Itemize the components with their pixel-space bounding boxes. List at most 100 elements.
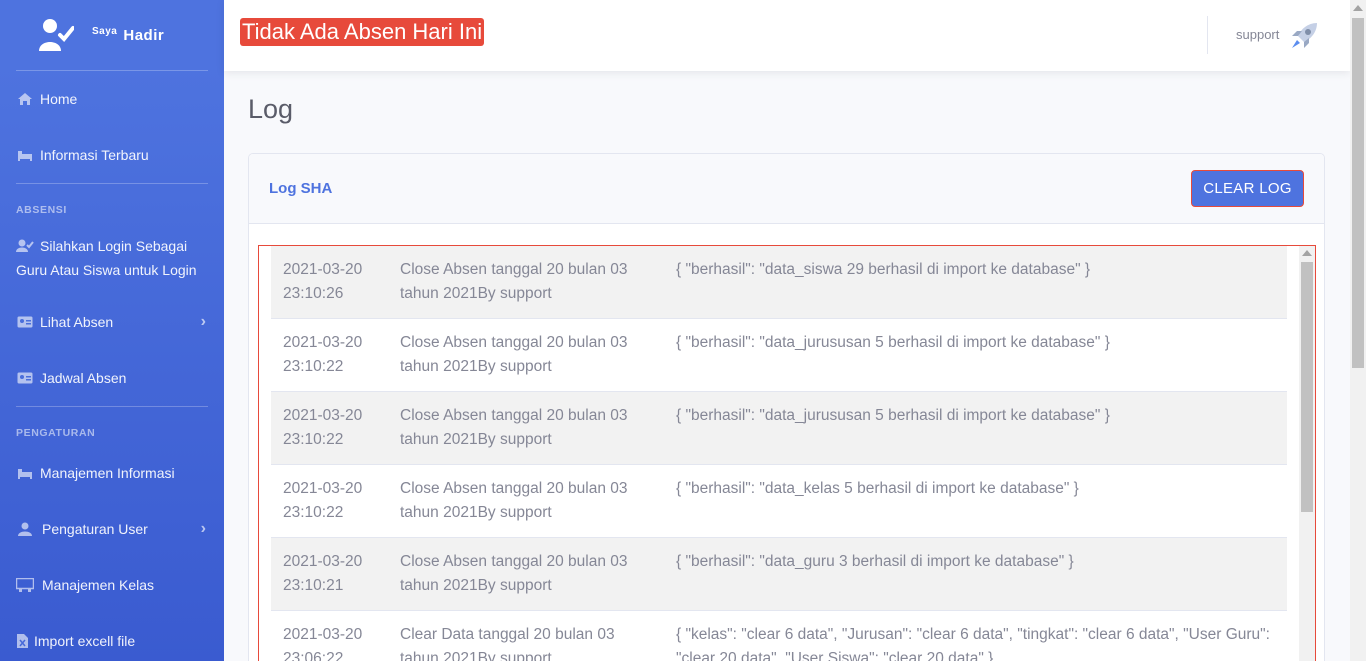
sidebar-item-import-excell[interactable]: Import excell file — [0, 613, 224, 661]
sidebar-item-label: Import excell file — [34, 633, 136, 649]
log-message-line: tahun 2021By support — [400, 504, 552, 521]
user-icon — [16, 522, 34, 536]
log-time: 23:06:22 — [283, 650, 344, 661]
sidebar-item-label: Pengaturan User — [42, 521, 148, 537]
log-message-line: Close Absen tanggal 20 bulan 03 — [400, 407, 628, 424]
log-date: 2021-03-20 — [283, 334, 363, 351]
log-date: 2021-03-20 — [283, 626, 363, 643]
chevron-right-icon: › — [200, 313, 206, 330]
sidebar-item-label: Home — [40, 91, 78, 107]
log-date: 2021-03-20 — [283, 553, 363, 570]
id-card-icon — [16, 315, 34, 329]
log-row: 2021-03-20 23:10:26 Close Absen tanggal 20… — [271, 246, 1287, 319]
brand[interactable]: Saya Hadir — [0, 0, 224, 70]
user-name[interactable]: support — [1236, 27, 1279, 42]
id-card-icon — [16, 371, 34, 385]
sidebar-item-manajemen-kelas[interactable]: Manajemen Kelas — [0, 557, 224, 613]
chevron-right-icon: › — [200, 520, 206, 537]
sidebar-item-label: Manajemen Kelas — [42, 577, 155, 593]
log-detail: { "berhasil": "data_jurususan 5 berhasil… — [664, 318, 1287, 392]
log-timestamp: 2021-03-20 23:06:22 — [271, 610, 388, 661]
log-message-line: tahun 2021By support — [400, 358, 552, 375]
sidebar-item-manajemen-informasi[interactable]: Manajemen Informasi — [0, 445, 224, 501]
sidebar-item-login-info[interactable]: Silahkan Login Sebagai Guru Atau Siswa u… — [0, 222, 224, 294]
log-timestamp: 2021-03-20 23:10:21 — [271, 537, 388, 611]
log-time: 23:10:26 — [283, 285, 344, 302]
log-detail: { "kelas": "clear 6 data", "Jurusan": "c… — [664, 610, 1287, 661]
log-time: 23:10:21 — [283, 577, 344, 594]
log-time: 23:10:22 — [283, 431, 344, 448]
page-scroll-thumb[interactable] — [1352, 18, 1364, 368]
scroll-up-arrow-icon[interactable] — [1302, 250, 1312, 256]
log-message-line: tahun 2021By support — [400, 650, 552, 661]
log-row: 2021-03-20 23:10:22 Close Absen tanggal 20… — [271, 464, 1287, 538]
log-message: Close Absen tanggal 20 bulan 03 tahun 202… — [388, 464, 664, 538]
no-attendance-alert: Tidak Ada Absen Hari Ini — [240, 18, 485, 46]
log-message: Close Absen tanggal 20 bulan 03 tahun 202… — [388, 246, 664, 319]
log-date: 2021-03-20 — [283, 261, 363, 278]
log-time: 23:10:22 — [283, 504, 344, 521]
chalkboard-icon — [16, 578, 34, 592]
log-detail: { "berhasil": "data_kelas 5 berhasil di … — [664, 464, 1287, 538]
log-message-line: Clear Data tanggal 20 bulan 03 — [400, 626, 615, 643]
sidebar-heading-pengaturan: PENGATURAN — [16, 427, 96, 439]
log-table: 2021-03-20 23:10:26 Close Absen tanggal 20… — [271, 246, 1287, 661]
log-timestamp: 2021-03-20 23:10:22 — [271, 464, 388, 538]
log-row: 2021-03-20 23:10:21 Close Absen tanggal 20… — [271, 537, 1287, 611]
bed-icon — [16, 148, 34, 162]
sidebar-item-jadwal-absen[interactable]: Jadwal Absen — [0, 350, 224, 406]
log-timestamp: 2021-03-20 23:10:26 — [271, 246, 388, 319]
brand-name: Saya Hadir — [92, 26, 165, 44]
log-row: 2021-03-20 23:06:22 Clear Data tanggal 20 … — [271, 610, 1287, 661]
sidebar-item-label: Lihat Absen — [40, 314, 114, 330]
clear-log-button[interactable]: CLEAR LOG — [1191, 170, 1304, 207]
log-detail: { "berhasil": "data_guru 3 berhasil di i… — [664, 537, 1287, 611]
topbar: Tidak Ada Absen Hari Ini support — [224, 0, 1350, 71]
sidebar-heading-absensi: ABSENSI — [16, 204, 67, 216]
log-message-line: tahun 2021By support — [400, 285, 552, 302]
log-list[interactable]: 2021-03-20 23:10:26 Close Absen tanggal 20… — [258, 245, 1316, 661]
user-check-icon — [16, 239, 34, 252]
sidebar-item-label: Silahkan Login Sebagai Guru Atau Siswa u… — [16, 238, 197, 278]
page-title: Log — [248, 94, 294, 124]
bed-icon — [16, 466, 34, 480]
sidebar-item-label: Jadwal Absen — [40, 370, 127, 386]
log-row: 2021-03-20 23:10:22 Close Absen tanggal 20… — [271, 318, 1287, 392]
card-header: Log SHA CLEAR LOG — [249, 154, 1324, 224]
log-message: Close Absen tanggal 20 bulan 03 tahun 202… — [388, 391, 664, 465]
topbar-divider — [1207, 16, 1208, 54]
log-date: 2021-03-20 — [283, 407, 363, 424]
log-message-line: tahun 2021By support — [400, 577, 552, 594]
log-date: 2021-03-20 — [283, 480, 363, 497]
log-message: Clear Data tanggal 20 bulan 03 tahun 2021… — [388, 610, 664, 661]
log-time: 23:10:22 — [283, 358, 344, 375]
sidebar-item-informasi-terbaru[interactable]: Informasi Terbaru — [0, 127, 224, 183]
rocket-avatar-icon[interactable] — [1288, 20, 1320, 52]
log-detail: { "berhasil": "data_siswa 29 berhasil di… — [664, 246, 1287, 319]
scroll-up-arrow-icon[interactable] — [1353, 5, 1363, 11]
log-row: 2021-03-20 23:10:22 Close Absen tanggal 20… — [271, 391, 1287, 465]
card-title: Log SHA — [269, 180, 333, 197]
file-excel-icon — [16, 634, 28, 648]
log-message-line: Close Absen tanggal 20 bulan 03 — [400, 480, 628, 497]
log-timestamp: 2021-03-20 23:10:22 — [271, 391, 388, 465]
log-card: Log SHA CLEAR LOG 2021-03-20 23:10:26 Clos… — [248, 153, 1325, 661]
sidebar: Saya Hadir Home Informasi Terbaru ABSENSI… — [0, 0, 224, 661]
log-timestamp: 2021-03-20 23:10:22 — [271, 318, 388, 392]
log-message-line: Close Absen tanggal 20 bulan 03 — [400, 553, 628, 570]
sidebar-item-lihat-absen[interactable]: Lihat Absen › — [0, 294, 224, 350]
home-icon — [16, 92, 34, 106]
log-message-line: Close Absen tanggal 20 bulan 03 — [400, 334, 628, 351]
log-message: Close Absen tanggal 20 bulan 03 tahun 202… — [388, 537, 664, 611]
sidebar-item-label: Manajemen Informasi — [40, 465, 175, 481]
sidebar-item-home[interactable]: Home — [0, 71, 224, 127]
page-scrollbar[interactable] — [1350, 0, 1366, 661]
sidebar-item-pengaturan-user[interactable]: Pengaturan User › — [0, 501, 224, 557]
log-message: Close Absen tanggal 20 bulan 03 tahun 202… — [388, 318, 664, 392]
user-check-icon — [38, 17, 75, 53]
sidebar-item-label: Informasi Terbaru — [40, 147, 149, 163]
scroll-thumb[interactable] — [1301, 262, 1313, 512]
log-message-line: Close Absen tanggal 20 bulan 03 — [400, 261, 628, 278]
log-message-line: tahun 2021By support — [400, 431, 552, 448]
log-scrollbar[interactable] — [1299, 246, 1315, 661]
